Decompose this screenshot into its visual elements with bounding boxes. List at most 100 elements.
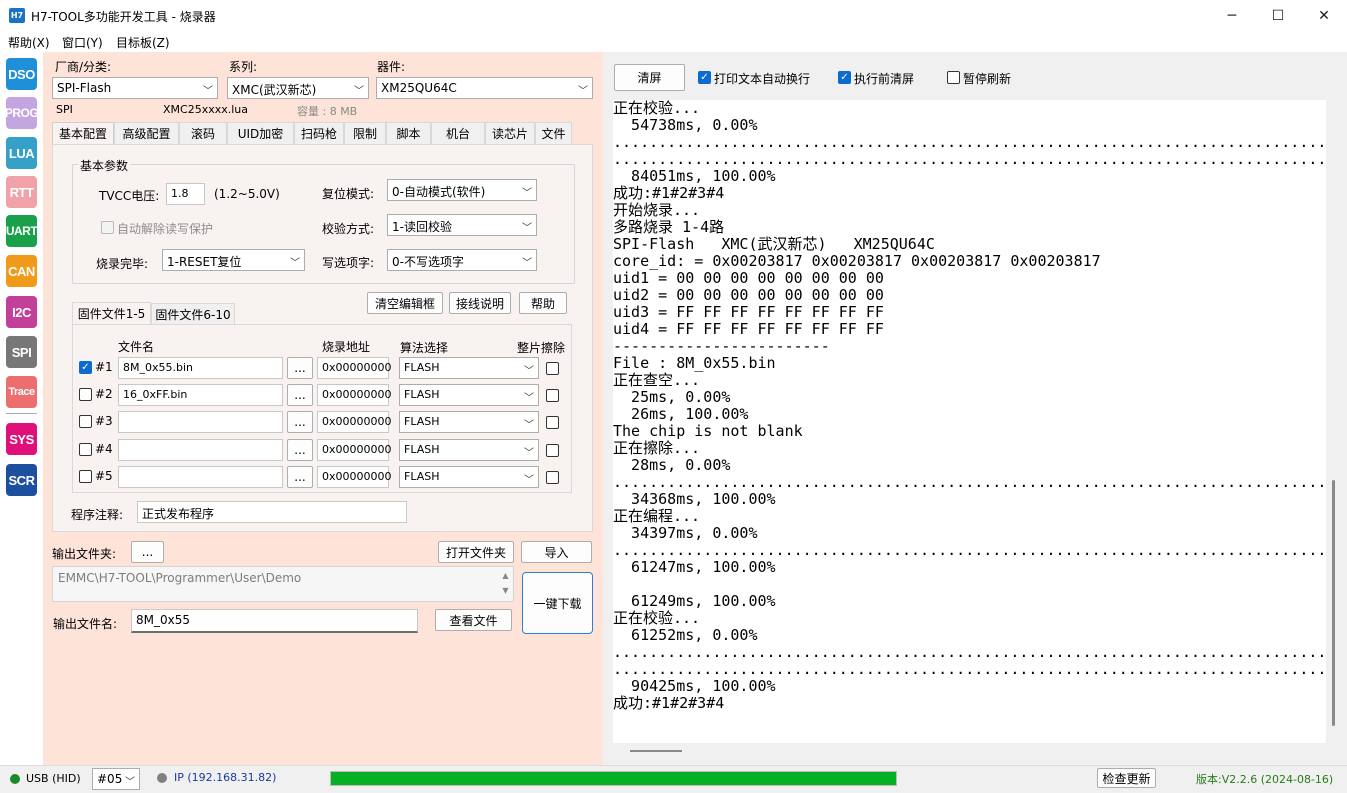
- sidebar-lua-icon[interactable]: LUA: [6, 137, 37, 169]
- algorithm-value: FLASH: [404, 443, 440, 456]
- file-4-name[interactable]: [118, 439, 283, 461]
- wiring-button[interactable]: 接线说明: [449, 292, 511, 314]
- file-4-address[interactable]: 0x00000000: [317, 439, 392, 461]
- file-2-checkbox[interactable]: [79, 388, 92, 401]
- file-4-algorithm-select[interactable]: FLASH ﹀: [399, 439, 539, 461]
- file-4-checkbox[interactable]: [79, 443, 92, 456]
- tab-file[interactable]: 文件: [535, 122, 572, 144]
- file-5-name[interactable]: [118, 466, 283, 488]
- file-3-address[interactable]: 0x00000000: [317, 411, 392, 433]
- file-2-name[interactable]: 16_0xFF.bin: [118, 384, 283, 406]
- file-5-algorithm-select[interactable]: FLASH ﹀: [399, 466, 539, 488]
- help-button[interactable]: 帮助: [519, 292, 567, 314]
- open-folder-button[interactable]: 打开文件夹: [438, 541, 514, 563]
- preclear-checkbox[interactable]: ✓: [838, 71, 851, 84]
- file-3-algorithm-select[interactable]: FLASH ﹀: [399, 411, 539, 433]
- file-2-algorithm-select[interactable]: FLASH ﹀: [399, 384, 539, 406]
- file-1-erase-checkbox[interactable]: [546, 362, 559, 375]
- menu-target-board[interactable]: 目标板(Z): [116, 34, 170, 51]
- tab-advanced[interactable]: 高级配置: [114, 122, 179, 144]
- algorithm-value: FLASH: [404, 470, 440, 483]
- auto-unlock-label: 自动解除读写保护: [117, 222, 214, 236]
- file-3-name[interactable]: [118, 411, 283, 433]
- tab-rolling-code[interactable]: 滚码: [179, 122, 227, 144]
- chevron-down-icon: ﹀: [524, 420, 534, 431]
- tab-firmware-1-5[interactable]: 固件文件1-5: [72, 302, 151, 324]
- menu-help[interactable]: 帮助(X): [8, 34, 50, 51]
- note-input[interactable]: 正式发布程序: [137, 501, 407, 523]
- check-update-button[interactable]: 检查更新: [1097, 768, 1156, 788]
- output-folder-browse-button[interactable]: ...: [131, 541, 164, 563]
- import-button[interactable]: 导入: [521, 541, 592, 563]
- one-click-download-button[interactable]: 一键下载: [522, 572, 593, 634]
- console-vscrollbar[interactable]: [1332, 480, 1335, 726]
- file-1-address[interactable]: 0x00000000: [317, 357, 392, 379]
- status-bar: USB (HID) #05 ﹀ IP (192.168.31.82) 检查更新 版…: [0, 765, 1347, 793]
- maximize-button[interactable]: ☐: [1255, 0, 1301, 31]
- reset-select[interactable]: 0-自动模式(软件) ﹀: [387, 179, 537, 201]
- tvcc-input[interactable]: 1.8: [166, 183, 205, 205]
- device-select[interactable]: XM25QU64C ﹀: [376, 77, 593, 99]
- tab-scanner[interactable]: 扫码枪: [294, 122, 344, 144]
- console-output[interactable]: 正在校验... 54738ms, 0.00%..................…: [613, 100, 1326, 743]
- tab-script[interactable]: 脚本: [386, 122, 431, 144]
- algorithm-value: FLASH: [404, 361, 440, 374]
- tab-firmware-6-10[interactable]: 固件文件6-10: [151, 303, 235, 325]
- file-3-erase-checkbox[interactable]: [546, 416, 559, 429]
- console-hscrollbar[interactable]: [630, 750, 682, 752]
- tab-limit[interactable]: 限制: [344, 122, 386, 144]
- file-2-erase-checkbox[interactable]: [546, 389, 559, 402]
- clear-editor-button[interactable]: 清空编辑框: [367, 292, 443, 314]
- file-1-name[interactable]: 8M_0x55.bin: [118, 357, 283, 379]
- sidebar-uart-icon[interactable]: UART: [6, 215, 38, 247]
- port-select[interactable]: #05 ﹀: [92, 768, 140, 790]
- option-select[interactable]: 0-不写选项字 ﹀: [387, 249, 537, 271]
- output-path-box[interactable]: EMMC\H7-TOOL\Programmer\User\Demo: [52, 566, 514, 602]
- file-5-address[interactable]: 0x00000000: [317, 466, 392, 488]
- file-1-browse-button[interactable]: ...: [287, 357, 313, 379]
- minimize-button[interactable]: ─: [1209, 0, 1255, 31]
- sidebar-sys-icon[interactable]: SYS: [6, 423, 37, 455]
- file-3-checkbox[interactable]: [79, 415, 92, 428]
- sidebar-can-icon[interactable]: CAN: [6, 255, 37, 287]
- close-button[interactable]: ✕: [1301, 0, 1347, 31]
- chevron-down-icon: ﹀: [125, 777, 135, 788]
- file-1-checkbox[interactable]: ✓: [79, 361, 92, 374]
- series-value: XMC(武汉新芯): [232, 83, 317, 97]
- file-2-address[interactable]: 0x00000000: [317, 384, 392, 406]
- sidebar-prog-icon[interactable]: PROG: [5, 97, 39, 129]
- verify-select[interactable]: 1-读回校验 ﹀: [387, 214, 537, 236]
- sidebar-scr-icon[interactable]: SCR: [6, 464, 37, 496]
- sidebar-dso-icon[interactable]: DSO: [6, 58, 37, 90]
- ip-status: IP (192.168.31.82): [174, 771, 277, 784]
- sidebar-spi-icon[interactable]: SPI: [6, 336, 37, 368]
- finish-select[interactable]: 1-RESET复位 ﹀: [162, 249, 305, 271]
- tab-basic[interactable]: 基本配置: [52, 122, 114, 144]
- sidebar-i2c-icon[interactable]: I2C: [6, 296, 37, 328]
- file-4-erase-checkbox[interactable]: [546, 444, 559, 457]
- file-2-browse-button[interactable]: ...: [287, 384, 313, 406]
- wrap-checkbox[interactable]: ✓: [698, 71, 711, 84]
- file-1-algorithm-select[interactable]: FLASH ﹀: [399, 357, 539, 379]
- auto-unlock-checkbox[interactable]: [101, 221, 114, 234]
- pause-checkbox[interactable]: [947, 71, 960, 84]
- tab-uid-encrypt[interactable]: UID加密: [227, 122, 294, 144]
- console-line: 90425ms, 100.00%: [613, 677, 776, 695]
- file-4-browse-button[interactable]: ...: [287, 439, 313, 461]
- file-5-checkbox[interactable]: [79, 470, 92, 483]
- output-name-input[interactable]: 8M_0x55: [131, 609, 418, 633]
- file-5-browse-button[interactable]: ...: [287, 466, 313, 488]
- sidebar-trace-icon[interactable]: Trace: [6, 376, 37, 408]
- tab-machine[interactable]: 机台: [431, 122, 485, 144]
- view-file-button[interactable]: 查看文件: [435, 609, 512, 631]
- clear-screen-button[interactable]: 清屏: [614, 64, 685, 91]
- sidebar-rtt-icon[interactable]: RTT: [6, 176, 37, 208]
- vendor-select[interactable]: SPI-Flash ﹀: [52, 77, 218, 99]
- series-select[interactable]: XMC(武汉新芯) ﹀: [227, 77, 369, 99]
- file-3-browse-button[interactable]: ...: [287, 411, 313, 433]
- menu-window[interactable]: 窗口(Y): [62, 34, 103, 51]
- tab-read-chip[interactable]: 读芯片: [485, 122, 535, 144]
- output-path-scroll[interactable]: ▲ ▼: [499, 568, 512, 600]
- basic-params-title: 基本参数: [78, 157, 131, 174]
- file-5-erase-checkbox[interactable]: [546, 471, 559, 484]
